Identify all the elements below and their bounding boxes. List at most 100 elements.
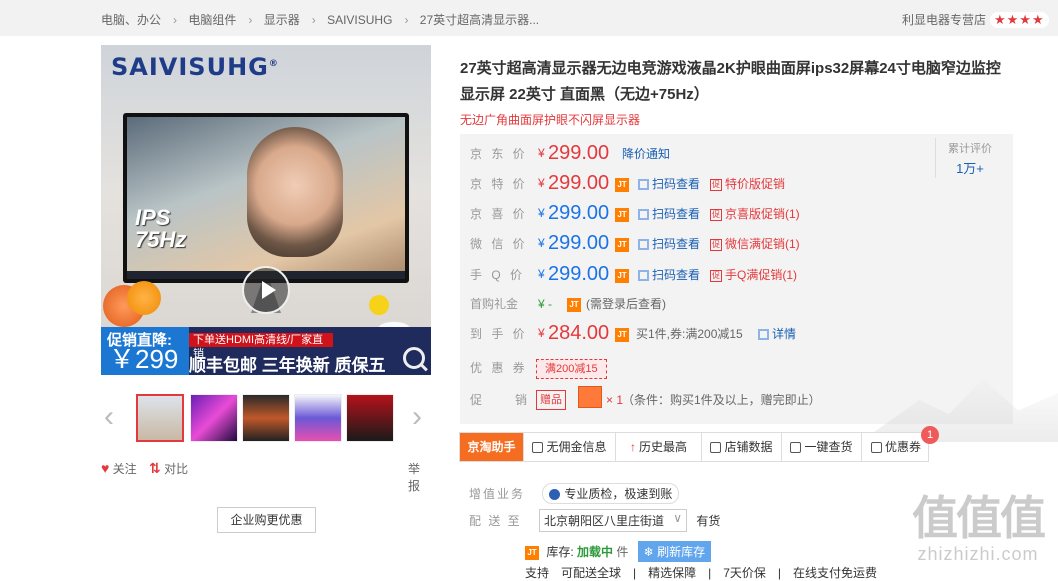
thumbnail-1[interactable] <box>136 394 184 442</box>
xi-promo-link[interactable]: 促京喜版促销(1) <box>710 206 800 222</box>
coupon-chip[interactable]: 满200减15 <box>536 359 607 379</box>
q-promo-link[interactable]: 促手Q满促销(1) <box>710 267 797 283</box>
promo-red-strip: 下单送HDMI高清线/厂家直销 <box>189 333 333 360</box>
jd-price-row: 京 东 价 ¥ 299.00 降价通知 <box>470 142 671 164</box>
report-link[interactable]: 举报 <box>408 460 431 494</box>
breadcrumb-item[interactable]: 显示器 <box>264 13 300 27</box>
jt-icon: JT <box>615 177 629 192</box>
thumbnail-5[interactable] <box>346 394 394 442</box>
jd-price: 299.00 <box>548 142 610 164</box>
breadcrumb-item[interactable]: SAIVISUHG <box>327 13 392 27</box>
helper-toolbar: 京淘助手 无佣金信息 ↑ 历史最高 店铺数据 一键查货 优惠券 <box>459 432 929 462</box>
zoom-icon[interactable] <box>403 347 425 369</box>
product-actions: ♥ 关注 ⇅ 对比 举报 <box>101 460 431 493</box>
fruit-decoration <box>369 295 389 315</box>
breadcrumb-item[interactable]: 电脑组件 <box>188 13 236 27</box>
address-selector[interactable]: 北京朝阳区八里庄街道 ∨ <box>539 509 688 532</box>
store-name[interactable]: 利显电器专营店 <box>902 11 986 28</box>
wx-price-row: 微 信 价 ¥ 299.00 JT 扫码查看 促微信满促销(1) <box>470 232 800 254</box>
store-rating-stars: ★★★★ <box>990 12 1049 28</box>
scan-link[interactable]: 扫码查看 <box>638 176 700 192</box>
jt-icon: JT <box>615 268 629 283</box>
site-watermark: 值值值 zhizhizhi.com <box>912 492 1046 564</box>
promo-tag-icon: 促 <box>710 269 722 282</box>
scan-link[interactable]: 扫码查看 <box>638 267 700 283</box>
product-main-image[interactable]: SAIVISUHG® IPS 75Hz 促销直降: ￥299 下单送HDMI高清线… <box>101 45 431 375</box>
gift-row: 促 销 赠品 × 1 （条件：购买1件及以上，赠完即止） <box>470 386 890 412</box>
qr-icon <box>638 209 649 221</box>
xi-price-row: 京 喜 价 ¥ 299.00 JT 扫码查看 促京喜版促销(1) <box>470 202 800 224</box>
tab-helper[interactable]: 京淘助手 <box>460 433 524 461</box>
coupon-row: 优 惠 券 满200减15 <box>470 356 890 380</box>
follow-button[interactable]: ♥ 关注 <box>101 460 137 477</box>
qr-icon <box>638 270 649 282</box>
box-icon <box>790 442 802 454</box>
thumbnail-2[interactable] <box>190 394 238 442</box>
price-detail-link[interactable]: 详情 <box>758 326 796 342</box>
coupon-count-badge: 1 <box>921 426 939 444</box>
ticket-icon <box>870 442 882 454</box>
qr-icon <box>638 179 649 191</box>
support-row: 支持 可配送全球 | 精选保障 | 7天价保 | 在线支付免运费 <box>525 566 878 580</box>
compare-button[interactable]: ⇅ 对比 <box>149 460 188 477</box>
shield-icon <box>549 489 561 501</box>
special-promo-link[interactable]: 促特价版促销 <box>710 176 785 192</box>
promo-tag-icon: 促 <box>710 178 722 191</box>
fruit-decoration <box>127 281 161 315</box>
final-price: 284.00 <box>548 322 610 344</box>
q-price-row: 手 Q 价 ¥ 299.00 JT 扫码查看 促手Q满促销(1) <box>470 263 798 285</box>
screen-character-image <box>247 127 343 257</box>
product-title: 27英寸超高清显示器无边电竞游戏液晶2K护眼曲面屏ips32屏幕24寸电脑窄边监… <box>460 60 1001 103</box>
service-pill[interactable]: 专业质检，极速到账 <box>542 483 680 504</box>
tab-history-high[interactable]: ↑ 历史最高 <box>616 433 702 461</box>
promo-tag-icon: 促 <box>710 208 722 221</box>
special-price-row: 京 特 价 ¥ 299.00 JT 扫码查看 促特价版促销 <box>470 172 786 194</box>
qr-icon <box>638 239 649 251</box>
review-summary[interactable]: 累计评价 1万+ <box>940 140 1000 177</box>
arrow-up-icon: ↑ <box>629 440 636 454</box>
ips-label: IPS 75Hz <box>135 205 187 252</box>
heart-icon: ♥ <box>101 460 110 476</box>
first-purchase-row: 首购礼金 ¥ - JT (需登录后查看) <box>470 297 666 312</box>
product-subtitle: 无边广角曲面屏护眼不闪屏显示器 <box>460 113 641 127</box>
play-video-icon[interactable] <box>242 266 290 314</box>
jt-icon: JT <box>567 297 581 312</box>
store-icon <box>710 442 722 454</box>
chevron-down-icon: ∨ <box>673 511 683 525</box>
thumbnail-4[interactable] <box>294 394 342 442</box>
scan-link[interactable]: 扫码查看 <box>638 206 700 222</box>
value-added-service-row: 增值业务 专业质检，极速到账 <box>469 483 680 504</box>
stock-status: 有货 <box>696 514 721 528</box>
jt-icon: JT <box>615 327 629 342</box>
brand-logo: SAIVISUHG® <box>111 53 279 81</box>
scan-link[interactable]: 扫码查看 <box>638 236 700 252</box>
breadcrumb-item[interactable]: 电脑、办公 <box>101 13 161 27</box>
promo-slogan: 顺丰包邮 三年换新 质保五 <box>189 356 386 375</box>
promo-tag-icon: 促 <box>710 238 722 251</box>
thumbnail-3[interactable] <box>242 394 290 442</box>
jt-icon: JT <box>615 207 629 222</box>
gift-tag: 赠品 <box>536 390 566 410</box>
tab-quick-check[interactable]: 一键查货 <box>782 433 862 461</box>
jt-icon: JT <box>615 237 629 252</box>
corporate-purchase-button[interactable]: 企业购更优惠 <box>217 507 316 533</box>
monitor-illustration: IPS 75Hz <box>123 113 409 283</box>
final-price-row: 到 手 价 ¥ 284.00 JT 买1件,券:满200减15 详情 <box>470 322 797 344</box>
promo-price-box: 促销直降: ￥299 <box>101 327 189 375</box>
tab-store-data[interactable]: 店铺数据 <box>702 433 782 461</box>
thumb-next-arrow[interactable]: › <box>412 402 422 432</box>
gift-thumbnail[interactable] <box>578 386 602 408</box>
bag-icon <box>532 442 544 454</box>
tab-coupons[interactable]: 优惠券 <box>862 433 930 461</box>
refresh-stock-button[interactable]: ❄ 刷新库存 <box>637 541 712 562</box>
price-panel: 京 东 价 ¥ 299.00 降价通知 京 特 价 ¥ 299.00 JT 扫码… <box>460 134 1013 424</box>
qr-icon <box>758 329 769 341</box>
wx-promo-link[interactable]: 促微信满促销(1) <box>710 236 800 252</box>
rating-divider <box>935 138 936 178</box>
stock-row: JT 库存: 加载中 件 ❄ 刷新库存 <box>525 541 712 562</box>
thumb-prev-arrow[interactable]: ‹ <box>104 402 114 432</box>
tab-no-commission[interactable]: 无佣金信息 <box>524 433 616 461</box>
price-drop-notify-link[interactable]: 降价通知 <box>622 146 670 162</box>
compare-icon: ⇅ <box>149 460 161 476</box>
breadcrumb: 电脑、办公 › 电脑组件 › 显示器 › SAIVISUHG › 27英寸超高清显示器.… <box>101 13 540 27</box>
